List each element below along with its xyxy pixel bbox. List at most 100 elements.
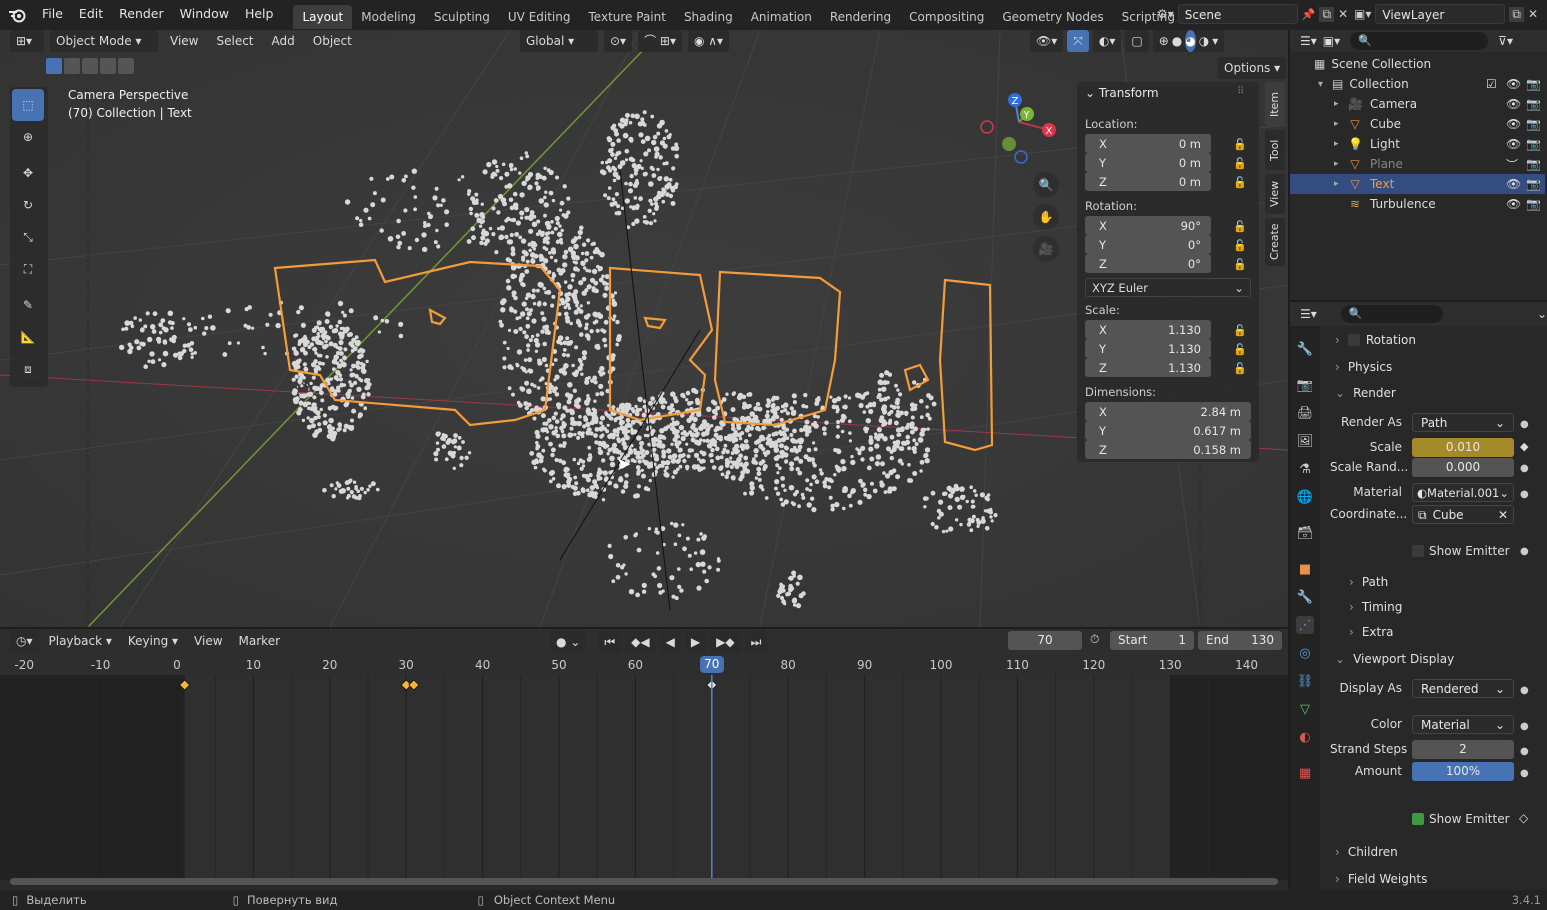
filter-icon[interactable]: ⊽▾ [1498,34,1513,48]
section-render[interactable]: ⌄ Render [1327,381,1542,405]
lock-icon[interactable]: 🔓 [1233,258,1247,271]
select-new-icon[interactable] [46,58,62,74]
menu-render[interactable]: Render [111,0,172,30]
playhead-frame-label[interactable]: 70 [699,656,724,673]
menu-view[interactable]: View [164,30,204,52]
menu-playback[interactable]: Playback ▾ [43,630,118,652]
amount-slider[interactable]: 100% [1412,762,1514,781]
outliner-row-plane[interactable]: ▸ ▽ Plane ︶ 📷 [1290,154,1545,174]
editor-type-icon[interactable]: ☰▾ [1300,307,1317,321]
transform-panel-header[interactable]: ⌄ Transform [1085,86,1159,100]
orientation-dropdown[interactable]: Global ▾ [520,30,598,52]
select-invert-icon[interactable] [100,58,116,74]
menu-window[interactable]: Window [172,0,237,30]
output-tab-icon[interactable]: 🖨 [1296,404,1314,422]
tab-animation[interactable]: Animation [742,5,821,29]
section-path[interactable]: › Path [1327,570,1542,594]
add-cube-icon[interactable]: ⧈ [12,353,44,385]
show-emitter-checkbox[interactable] [1412,545,1424,557]
properties-search-input[interactable]: 🔍 [1340,305,1443,323]
location-z-field[interactable]: Z 0 m [1085,172,1211,191]
cursor-icon[interactable]: ⊕ [12,121,44,153]
scene-name-field[interactable]: Scene [1177,4,1298,24]
display-mode-icon[interactable]: ▣▾ [1323,34,1340,48]
tab-layout[interactable]: Layout [293,5,353,29]
tab-compositing[interactable]: Compositing [900,5,993,29]
view-layer-name-field[interactable]: ViewLayer [1375,4,1506,24]
rendered-shading-icon[interactable]: ◑ [1199,30,1209,52]
select-subtract-icon[interactable] [82,58,98,74]
annotate-icon[interactable]: ✎ [12,289,44,321]
rotation-y-field[interactable]: Y 0° [1085,235,1211,254]
section-viewport-display[interactable]: ⌄ Viewport Display [1327,647,1542,671]
render-tab-icon[interactable]: 📷 [1296,376,1314,394]
eye-icon[interactable]: 👁 [1506,197,1521,211]
camera-render-icon[interactable]: 📷 [1526,197,1541,211]
editor-type-icon[interactable]: ◷▾ [10,630,39,652]
menu-help[interactable]: Help [237,0,282,30]
end-frame-field[interactable]: End 130 [1198,631,1282,650]
pivot-icon[interactable]: ⊙▾ [604,30,633,52]
start-frame-field[interactable]: Start 1 [1110,631,1194,650]
delete-scene-icon[interactable]: ✕ [1338,7,1348,21]
chevron-down-icon[interactable]: ⌄ [1537,307,1547,321]
play-icon[interactable]: ▶ [684,631,707,653]
location-y-field[interactable]: Y 0 m [1085,153,1211,172]
select-intersect-icon[interactable] [118,58,134,74]
camera-view-icon[interactable]: 🎥 [1033,236,1059,262]
tab-sculpting[interactable]: Sculpting [425,5,499,29]
tab-create[interactable]: Create [1265,218,1285,266]
dimensions-z-field[interactable]: Z 0.158 m [1085,440,1251,459]
tab-uv-editing[interactable]: UV Editing [499,5,580,29]
show-emitter-2-checkbox[interactable] [1412,813,1424,825]
jump-end-icon[interactable]: ⏭ [744,631,768,653]
scale-icon[interactable]: ⤡ [12,221,44,253]
camera-render-icon[interactable]: 📷 [1526,157,1541,171]
viewport-3d[interactable]: ⊞▾ Object Mode ▾ View Select Add Object … [0,30,1288,627]
eye-icon[interactable]: 👁 [1506,177,1521,191]
outliner-row-camera[interactable]: ▸ 🎥 Camera 👁 📷 [1290,94,1545,114]
auto-keying-icon[interactable]: ● ⌄ [550,631,587,653]
eye-icon[interactable]: 👁 [1506,117,1521,131]
move-icon[interactable]: ✥ [12,157,44,189]
rotation-mode-dropdown[interactable]: XYZ Euler ⌄ [1085,278,1251,297]
section-rotation[interactable]: › Rotation [1327,328,1542,352]
gizmo-toggle-icon[interactable]: ⤧ [1067,30,1089,52]
location-x-field[interactable]: X 0 m [1085,134,1211,153]
show-emitter-row[interactable]: Show Emitter [1412,544,1510,558]
tab-shading[interactable]: Shading [675,5,742,29]
visibility-icon[interactable]: 👁▾ [1030,30,1064,52]
constraints-tab-icon[interactable]: ⛓ [1296,672,1314,690]
menu-keying[interactable]: Keying ▾ [122,630,184,652]
clock-icon[interactable]: ⏱ [1090,632,1099,647]
view-layer-tab-icon[interactable]: 🖼 [1296,432,1314,450]
outliner-row-cube[interactable]: ▸ ▽ Cube 👁 📷 [1290,114,1545,134]
expand-arrow-icon[interactable]: ▸ [1334,139,1348,149]
rotation-x-field[interactable]: X 90° [1085,216,1211,235]
scene-icon[interactable]: ⚙▾ [1157,7,1174,21]
scale-x-field[interactable]: X 1.130 [1085,320,1211,339]
navigation-gizmo[interactable]: X Z Y [975,90,1065,168]
scale-random-field[interactable]: 0.000 [1412,458,1514,477]
proportional-edit-icon[interactable]: ◉ ∧▾ [687,30,730,52]
new-view-layer-icon[interactable]: ⧉ [1509,6,1524,22]
section-extra[interactable]: › Extra [1327,620,1542,644]
world-tab-icon[interactable]: 🌐 [1296,488,1314,506]
overlay-icon[interactable]: ◐▾ [1092,30,1122,52]
keyframe-outline-icon[interactable]: ◇ [1519,811,1528,825]
modifier-tab-icon[interactable]: 🔧 [1296,588,1314,606]
object-tab-icon[interactable]: ■ [1296,560,1314,578]
close-icon[interactable]: ✕ [1498,506,1508,523]
menu-object[interactable]: Object [307,30,358,52]
camera-render-icon[interactable]: 📷 [1526,97,1541,111]
expand-arrow-icon[interactable]: ▸ [1334,99,1348,109]
texture-tab-icon[interactable]: ▦ [1296,764,1314,782]
view-layer-icon[interactable]: ▣▾ [1354,7,1371,21]
pin-icon[interactable]: 📌 [1302,8,1316,21]
particles-tab-icon[interactable]: ⋰ [1296,616,1314,634]
rotation-z-field[interactable]: Z 0° [1085,254,1211,273]
editor-type-icon[interactable]: ⊞▾ [10,30,44,52]
delete-view-layer-icon[interactable]: ✕ [1528,7,1538,21]
menu-select[interactable]: Select [210,30,259,52]
tool-tab-icon[interactable]: 🔧 [1296,340,1314,358]
